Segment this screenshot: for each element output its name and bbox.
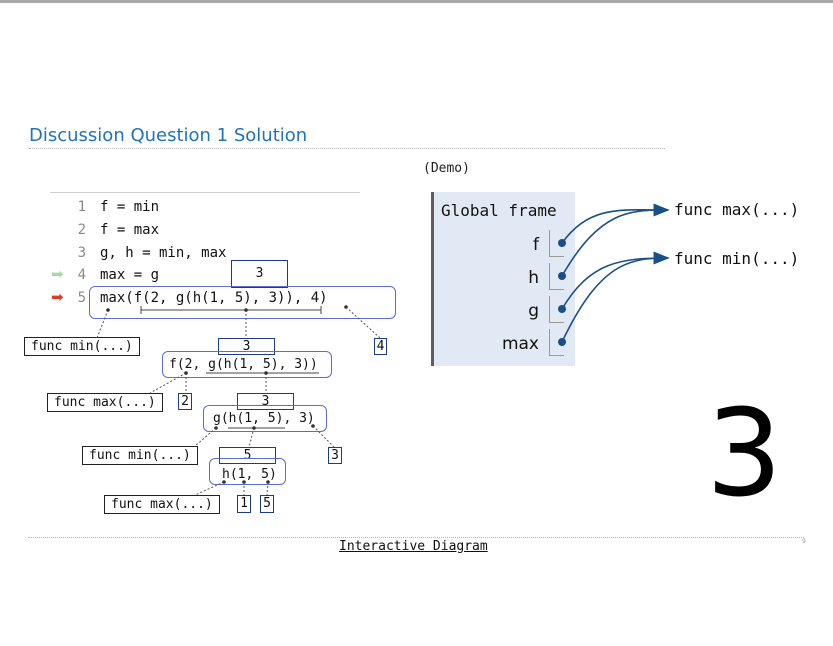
connector-dots [106, 305, 348, 484]
max-to-min-arrow [561, 251, 670, 343]
f-to-max-arrow [561, 203, 670, 244]
frame-pointer-arrows [561, 203, 670, 343]
page-number: 9 [802, 538, 806, 545]
tree-dotted-connectors [96, 306, 381, 496]
interactive-diagram-link[interactable]: Interactive Diagram [339, 539, 488, 554]
g-to-min-arrow [561, 251, 670, 310]
argument-brackets [140, 306, 322, 429]
footer-divider [28, 537, 804, 538]
h-to-max-arrow [561, 203, 670, 277]
